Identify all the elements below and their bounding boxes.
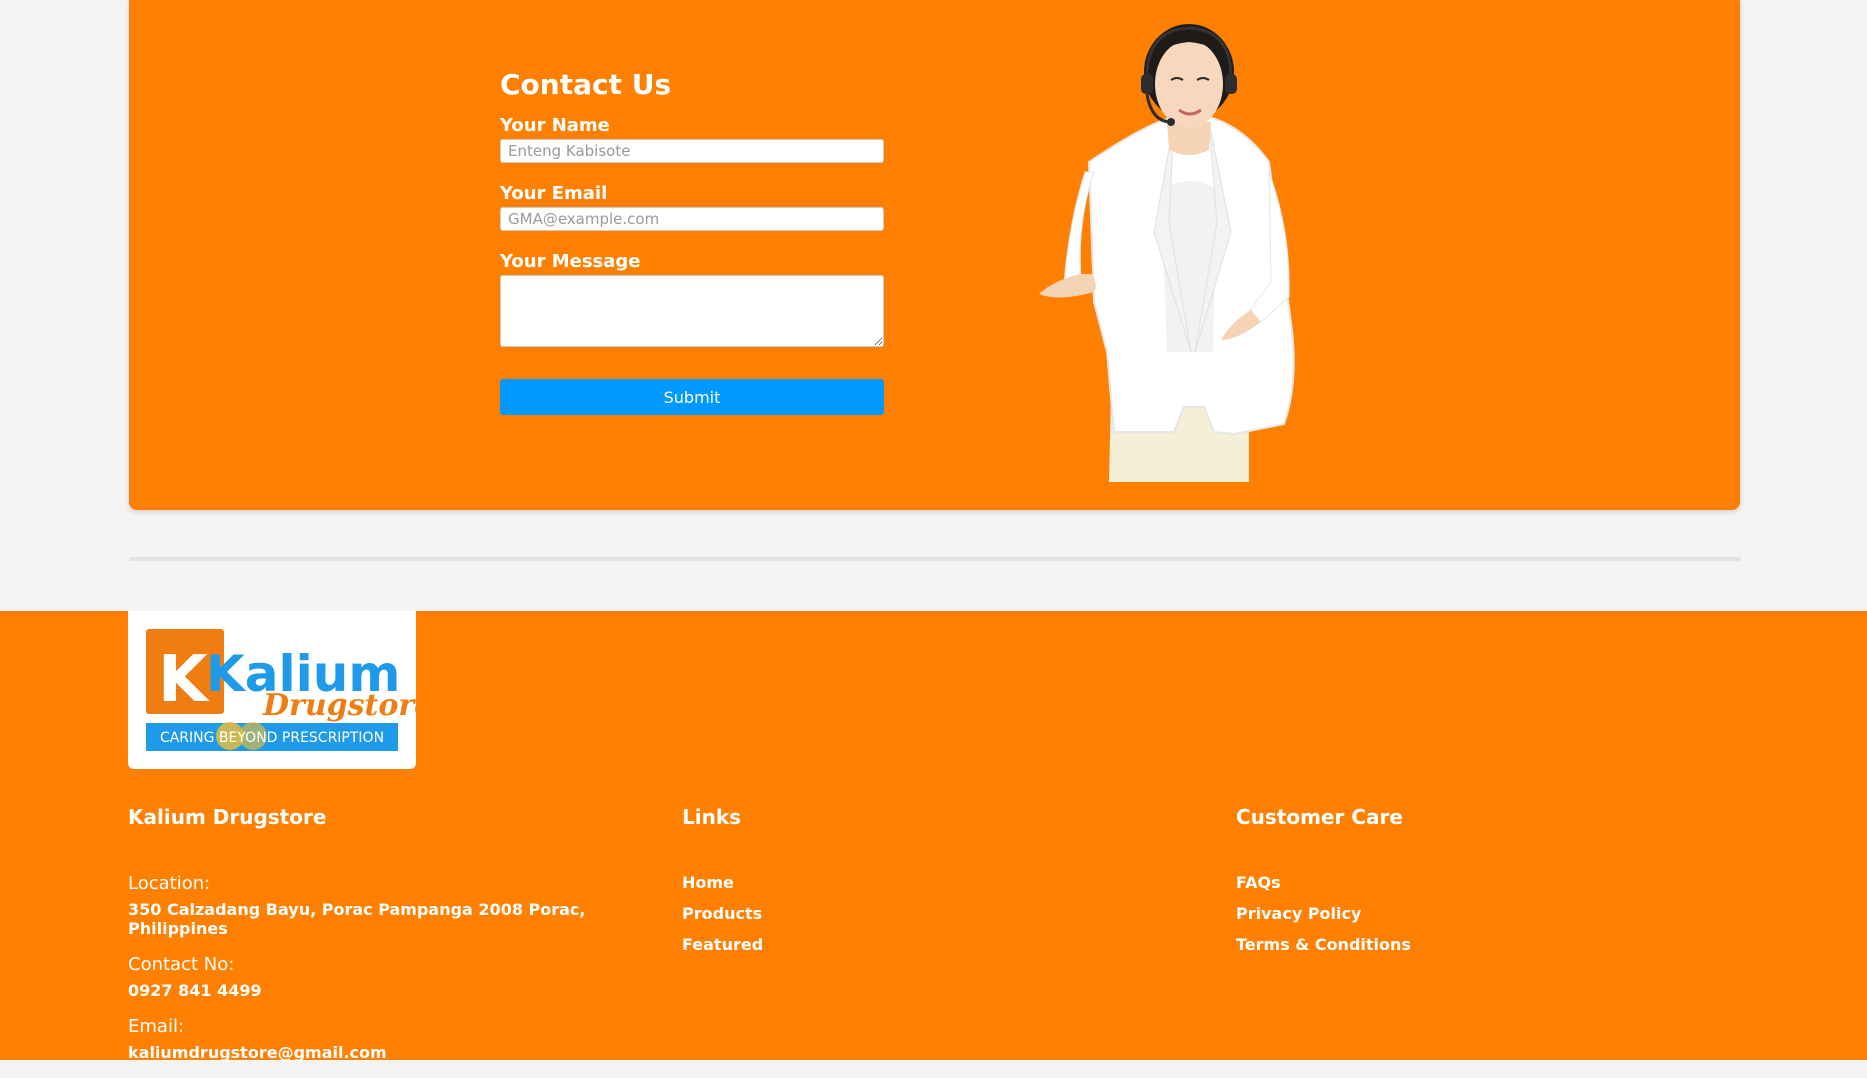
email-input[interactable] [500, 207, 884, 231]
links-title: Links [682, 805, 742, 829]
submit-button[interactable]: Submit [500, 379, 884, 415]
section-divider [129, 557, 1741, 561]
contact-section: Contact Us Your Name Your Email Your Mes… [129, 0, 1740, 510]
email-label: Your Email [500, 183, 608, 204]
footer-company-column: Kalium Drugstore Location: 350 Calzadang… [128, 805, 658, 1078]
message-label: Your Message [500, 251, 641, 272]
logo-tagline-text: CARING BEYOND PRESCRIPTION [160, 730, 384, 746]
kalium-logo[interactable]: K Kalium Drugstore CARING BEYOND PRESCRI… [128, 611, 433, 769]
email-info-value: kaliumdrugstore@gmail.com [128, 1043, 387, 1062]
name-label: Your Name [500, 115, 610, 136]
footer-link-faqs[interactable]: FAQs [1236, 873, 1536, 892]
contact-title: Contact Us [500, 68, 672, 101]
contact-form: Contact Us Your Name Your Email Your Mes… [500, 68, 884, 415]
message-textarea[interactable] [500, 275, 884, 347]
name-input[interactable] [500, 139, 884, 163]
location-label: Location: [128, 873, 211, 894]
footer-link-terms-conditions[interactable]: Terms & Conditions [1236, 935, 1536, 954]
company-title: Kalium Drugstore [128, 805, 327, 829]
footer-link-featured[interactable]: Featured [682, 935, 982, 954]
footer-care-column: Customer Care FAQs Privacy Policy Terms … [1236, 805, 1536, 966]
footer-link-products[interactable]: Products [682, 904, 982, 923]
site-footer: K Kalium Drugstore CARING BEYOND PRESCRI… [0, 611, 1867, 1062]
footer-links-column: Links Home Products Featured [682, 805, 982, 966]
footer-link-home[interactable]: Home [682, 873, 982, 892]
contact-label: Contact No: [128, 954, 235, 975]
care-title: Customer Care [1236, 805, 1403, 829]
logo-sub-text: Drugstore [262, 688, 416, 723]
footer-link-privacy-policy[interactable]: Privacy Policy [1236, 904, 1536, 923]
location-value: 350 Calzadang Bayu, Porac Pampanga 2008 … [128, 900, 586, 938]
email-info-label: Email: [128, 1016, 185, 1037]
customer-service-agent-image [1039, 24, 1295, 482]
svg-text:K: K [158, 643, 210, 717]
contact-value: 0927 841 4499 [128, 981, 262, 1000]
